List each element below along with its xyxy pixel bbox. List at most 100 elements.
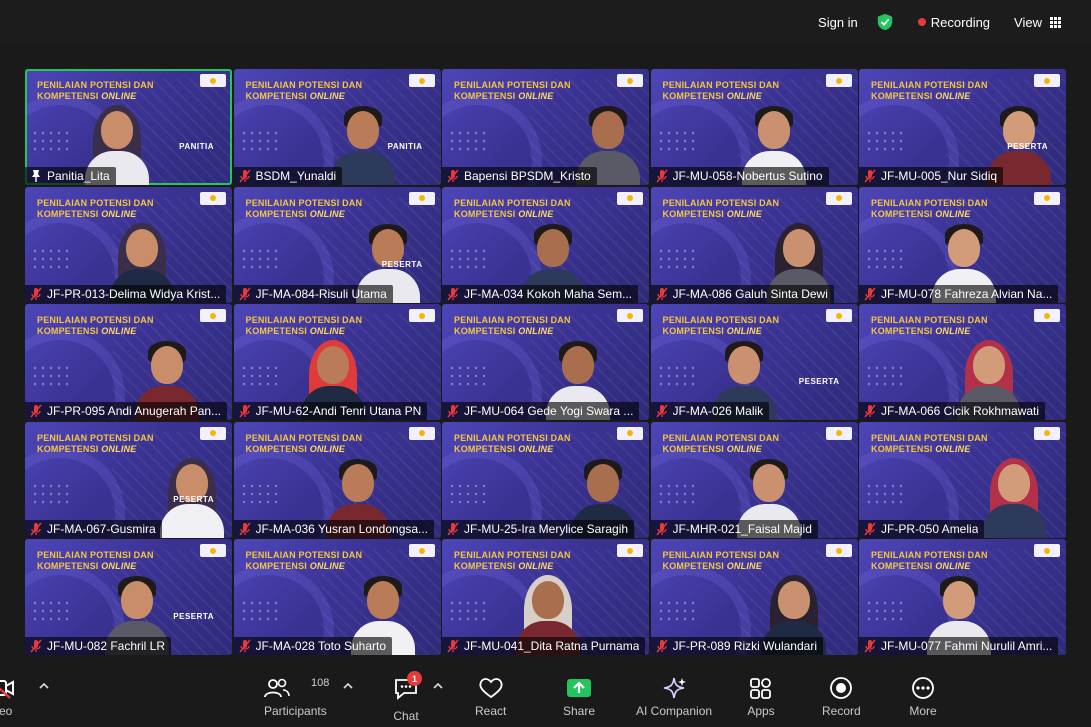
participant-name: JF-MU-077 Fahmi Nurulil Amri... (881, 639, 1053, 653)
video-tile[interactable]: PENILAIAN POTENSI DAN KOMPETENSI ONLINE JF… (233, 539, 441, 655)
participants-label: Participants (264, 704, 327, 718)
background-dots (239, 129, 280, 155)
mic-muted-icon (655, 522, 668, 535)
logo-icon (825, 426, 852, 440)
participant-name: JF-MA-034 Kokoh Maha Sem... (464, 286, 633, 301)
background-dots (31, 129, 71, 155)
logo-icon (617, 74, 643, 87)
banner-title: PENILAIAN POTENSI DAN KOMPETENSI ONLINE (245, 315, 363, 336)
logo-icon (200, 544, 226, 557)
background-dots (656, 599, 697, 625)
logo-icon (1034, 544, 1060, 557)
shield-check-icon[interactable] (876, 13, 894, 31)
ai-companion-button[interactable]: AI Companion (636, 675, 712, 718)
video-tile[interactable]: PENILAIAN POTENSI DAN KOMPETENSI ONLINE JF… (442, 304, 649, 420)
video-tile[interactable]: PENILAIAN POTENSI DAN KOMPETENSI ONLINE JF… (442, 186, 649, 303)
participant-name-bar: JF-PR-013-Delima Widya Krist... (25, 284, 227, 303)
participant-name-bar: JF-MA-034 Kokoh Maha Sem... (442, 284, 639, 303)
share-screen-icon (567, 679, 592, 697)
logo-icon (408, 544, 435, 557)
record-button[interactable]: Record (822, 675, 861, 718)
chevron-up-icon[interactable] (433, 682, 443, 690)
background-dots (448, 481, 488, 508)
react-label: React (475, 704, 507, 718)
background-dots (31, 481, 71, 508)
banner-title: PENILAIAN POTENSI DAN KOMPETENSI ONLINE (454, 315, 571, 336)
video-tile[interactable]: PENILAIAN POTENSI DAN KOMPETENSI ONLINE PE… (25, 539, 232, 655)
logo-icon (617, 191, 643, 205)
background-dots (239, 364, 280, 390)
video-tile[interactable]: PENILAIAN POTENSI DAN KOMPETENSI ONLINE PA… (25, 69, 232, 185)
logo-icon (1034, 74, 1060, 87)
logo-icon (408, 309, 435, 322)
video-tile[interactable]: PENILAIAN POTENSI DAN KOMPETENSI ONLINE JF… (233, 304, 441, 420)
participant-name-bar: JF-MU-005_Nur Sidiq (859, 167, 1004, 185)
participant-name: JF-MA-028 Toto Suharto (255, 639, 387, 653)
apps-button[interactable]: Apps (747, 675, 775, 718)
share-label: Share (563, 704, 596, 718)
more-label: More (909, 704, 937, 718)
video-tile[interactable]: PENILAIAN POTENSI DAN KOMPETENSI ONLINE JF… (859, 304, 1066, 420)
mic-muted-icon (447, 287, 459, 300)
banner-title: PENILAIAN POTENSI DAN KOMPETENSI ONLINE (454, 80, 571, 101)
banner-title: PENILAIAN POTENSI DAN KOMPETENSI ONLINE (871, 197, 988, 219)
logo-icon (408, 426, 435, 440)
banner-title: PENILAIAN POTENSI DAN KOMPETENSI ONLINE (662, 80, 780, 101)
logo-icon (200, 74, 226, 87)
video-tile[interactable]: PENILAIAN POTENSI DAN KOMPETENSI ONLINE Ba… (442, 69, 649, 185)
mic-muted-icon (864, 404, 876, 418)
sparkle-icon (663, 677, 687, 699)
participant-name: JF-MA-066 Cicik Rokhmawati (881, 404, 1040, 418)
video-tile[interactable]: PENILAIAN POTENSI DAN KOMPETENSI ONLINE JF… (442, 539, 649, 655)
video-tile[interactable]: PENILAIAN POTENSI DAN KOMPETENSI ONLINE JF… (859, 421, 1066, 538)
record-icon (830, 677, 853, 699)
participant-name-bar: JF-MU-078 Fahreza Alvian Na... (859, 284, 1059, 303)
video-tile[interactable]: PENILAIAN POTENSI DAN KOMPETENSI ONLINE JF… (650, 421, 858, 538)
react-button[interactable]: React (475, 675, 506, 718)
more-button[interactable]: More (909, 675, 937, 718)
participant-name: JF-MA-086 Galuh Sinta Dewi (672, 286, 828, 301)
video-tile[interactable]: PENILAIAN POTENSI DAN KOMPETENSI ONLINE PE… (233, 186, 441, 303)
role-badge: PESERTA (173, 612, 214, 621)
banner-title: PENILAIAN POTENSI DAN KOMPETENSI ONLINE (37, 197, 154, 219)
video-tile[interactable]: PENILAIAN POTENSI DAN KOMPETENSI ONLINE JF… (233, 421, 441, 538)
participant-name-bar: Bapensi BPSDM_Kristo (442, 167, 597, 185)
banner-title: PENILAIAN POTENSI DAN KOMPETENSI ONLINE (245, 197, 363, 219)
video-tile[interactable]: PENILAIAN POTENSI DAN KOMPETENSI ONLINE JF… (442, 421, 649, 538)
video-tile[interactable]: PENILAIAN POTENSI DAN KOMPETENSI ONLINE JF… (859, 186, 1066, 303)
participant-name-bar: JF-MU-077 Fahmi Nurulil Amri... (859, 637, 1059, 655)
mic-muted-icon (30, 404, 42, 418)
video-tile[interactable]: PENILAIAN POTENSI DAN KOMPETENSI ONLINE JF… (25, 304, 232, 420)
video-tile[interactable]: PENILAIAN POTENSI DAN KOMPETENSI ONLINE JF… (859, 539, 1066, 655)
mic-muted-icon (864, 522, 876, 535)
chevron-up-icon[interactable] (39, 682, 49, 690)
meeting-toolbar: ideo Participants 108 1 Chat (0, 667, 1091, 727)
video-gallery: PENILAIAN POTENSI DAN KOMPETENSI ONLINE PA… (25, 69, 1066, 655)
banner-title: PENILAIAN POTENSI DAN KOMPETENSI ONLINE (245, 432, 363, 454)
participant-name: JF-MU-041_Dita Ratna Purnama (464, 639, 640, 653)
chevron-up-icon[interactable] (343, 682, 353, 690)
video-tile[interactable]: PENILAIAN POTENSI DAN KOMPETENSI ONLINE JF… (25, 186, 232, 303)
background-dots (239, 481, 280, 508)
banner-title: PENILAIAN POTENSI DAN KOMPETENSI ONLINE (662, 550, 780, 571)
video-button[interactable]: ideo (0, 675, 16, 718)
video-tile[interactable]: PENILAIAN POTENSI DAN KOMPETENSI ONLINE PA… (233, 69, 441, 185)
chat-button[interactable]: 1 Chat (393, 671, 422, 723)
participant-name: JF-MA-036 Yusran Londongsa... (255, 521, 429, 536)
logo-icon (1034, 309, 1060, 322)
participant-name: JF-MA-084-Risuli Utama (255, 286, 387, 301)
recording-indicator[interactable]: Recording (917, 15, 990, 30)
banner-title: PENILAIAN POTENSI DAN KOMPETENSI ONLINE (871, 432, 988, 454)
share-button[interactable]: Share (563, 675, 595, 718)
view-button[interactable]: View (1014, 15, 1061, 30)
participant-name-bar: JF-MU-041_Dita Ratna Purnama (442, 637, 646, 655)
video-tile[interactable]: PENILAIAN POTENSI DAN KOMPETENSI ONLINE PE… (650, 304, 858, 420)
background-dots (239, 246, 280, 273)
sign-in-link[interactable]: Sign in (818, 15, 858, 30)
mic-muted-icon (864, 287, 876, 300)
video-tile[interactable]: PENILAIAN POTENSI DAN KOMPETENSI ONLINE JF… (650, 186, 858, 303)
video-tile[interactable]: PENILAIAN POTENSI DAN KOMPETENSI ONLINE JF… (650, 69, 858, 185)
video-tile[interactable]: PENILAIAN POTENSI DAN KOMPETENSI ONLINE PE… (859, 69, 1066, 185)
video-tile[interactable]: PENILAIAN POTENSI DAN KOMPETENSI ONLINE PE… (25, 421, 232, 538)
video-tile[interactable]: PENILAIAN POTENSI DAN KOMPETENSI ONLINE JF… (650, 539, 858, 655)
